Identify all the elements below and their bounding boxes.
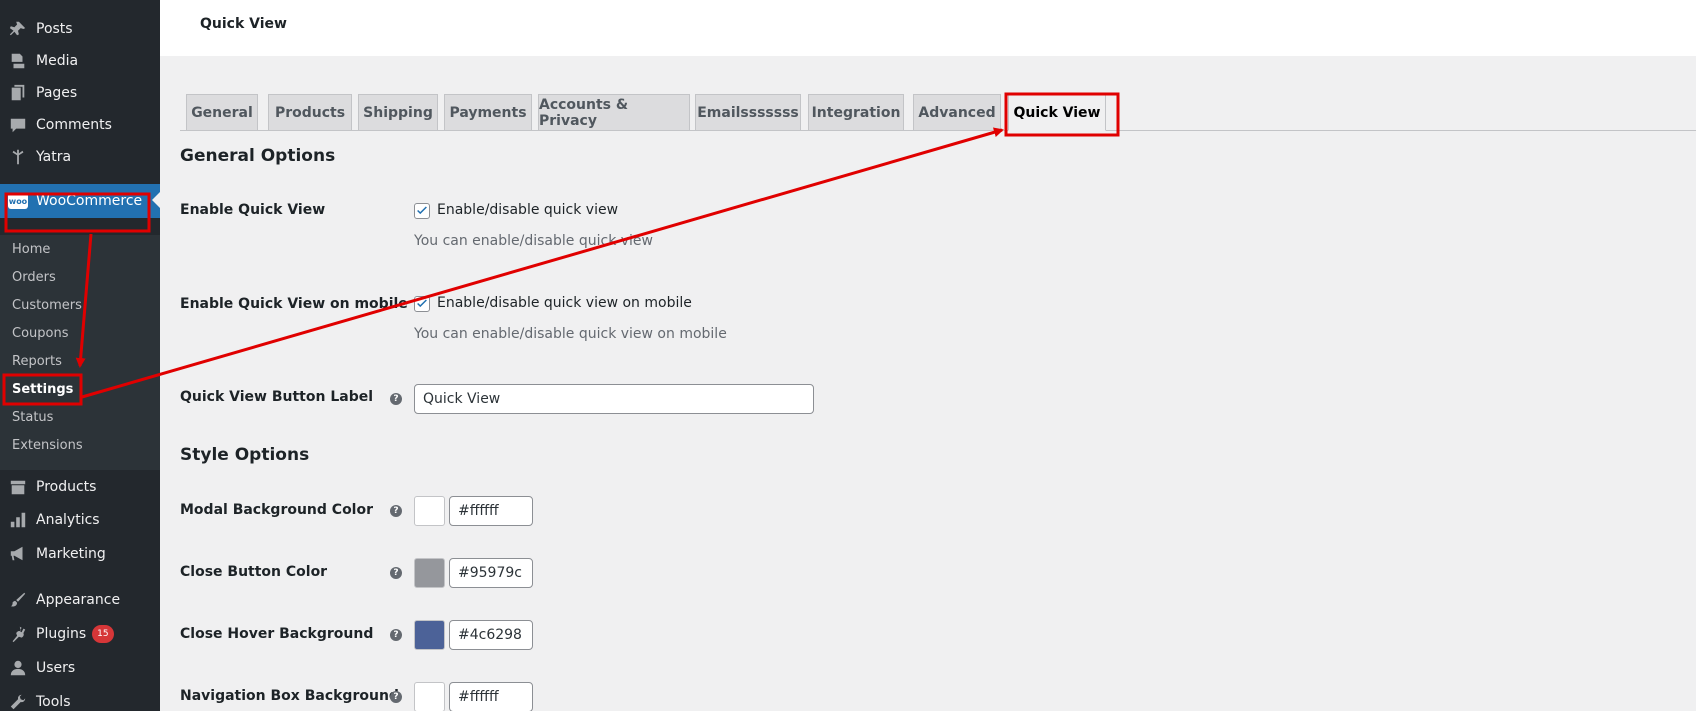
sidebar-item-label: Appearance — [36, 592, 121, 608]
sidebar-item-media[interactable]: Media — [0, 45, 160, 77]
close-button-color-swatch[interactable] — [414, 558, 445, 588]
sidebar-item-label: WooCommerce — [36, 193, 143, 209]
current-menu-arrow — [152, 192, 160, 208]
enable-mobile-checkbox-label[interactable]: Enable/disable quick view on mobile — [437, 295, 692, 311]
close-hover-bg-input[interactable]: #4c6298 — [449, 620, 533, 650]
sidebar-item-comments[interactable]: Comments — [0, 109, 160, 141]
close-button-color-input[interactable]: #95979c — [449, 558, 533, 588]
help-icon[interactable]: ? — [390, 505, 402, 517]
submenu-item-home[interactable]: Home — [12, 240, 50, 260]
enable-quick-view-description: You can enable/disable quick view — [414, 233, 653, 249]
submenu-item-reports[interactable]: Reports — [12, 352, 62, 372]
modal-bg-color-swatch[interactable] — [414, 496, 445, 526]
tab-products[interactable]: Products — [268, 94, 352, 130]
sidebar-item-label: Comments — [36, 117, 112, 133]
tab-accounts-privacy[interactable]: Accounts & Privacy — [538, 94, 690, 130]
submenu-item-settings[interactable]: Settings — [12, 380, 73, 400]
enable-mobile-label: Enable Quick View on mobile — [180, 296, 408, 312]
sidebar-item-woocommerce[interactable]: woo WooCommerce — [0, 184, 160, 218]
sidebar-item-label: Pages — [36, 85, 78, 101]
tab-quick-view[interactable]: Quick View — [1008, 94, 1106, 131]
pages-icon — [8, 83, 28, 103]
archive-icon — [8, 477, 28, 497]
comment-icon — [8, 115, 28, 135]
wrench-icon — [8, 692, 28, 711]
submenu-item-orders[interactable]: Orders — [12, 268, 56, 288]
tab-advanced[interactable]: Advanced — [913, 94, 1001, 130]
pushpin-icon — [8, 19, 28, 39]
tab-shipping[interactable]: Shipping — [358, 94, 438, 130]
enable-quick-view-checkbox[interactable] — [414, 203, 430, 219]
bar-chart-icon — [8, 510, 28, 530]
update-count-badge: 15 — [92, 625, 114, 643]
sidebar-item-tools[interactable]: Tools — [0, 686, 160, 711]
checkmark-icon — [417, 206, 427, 215]
sidebar-item-analytics[interactable]: Analytics — [0, 504, 160, 536]
woo-icon: woo — [8, 193, 28, 209]
submenu-item-extensions[interactable]: Extensions — [12, 436, 83, 456]
tab-payments[interactable]: Payments — [444, 94, 532, 130]
sidebar-item-label: Users — [36, 660, 76, 676]
general-options-heading: General Options — [180, 146, 336, 166]
enable-quick-view-label: Enable Quick View — [180, 202, 326, 218]
sidebar-item-products[interactable]: Products — [0, 471, 160, 503]
sidebar-item-pages[interactable]: Pages — [0, 77, 160, 109]
nav-box-bg-swatch[interactable] — [414, 682, 445, 711]
close-hover-bg-swatch[interactable] — [414, 620, 445, 650]
arrow-to-quick-view-tab — [81, 127, 1004, 399]
help-icon[interactable]: ? — [390, 567, 402, 579]
tab-general[interactable]: General — [186, 94, 258, 130]
sidebar-item-label: Posts — [36, 21, 73, 37]
modal-bg-color-input[interactable]: #ffffff — [449, 496, 533, 526]
enable-mobile-checkbox[interactable] — [414, 296, 430, 312]
megaphone-icon — [8, 544, 28, 564]
sidebar-item-users[interactable]: Users — [0, 652, 160, 684]
woocommerce-submenu: Home Orders Customers Coupons Reports Se… — [0, 235, 160, 470]
tab-emails[interactable]: Emailsssssss — [695, 94, 801, 130]
sidebar-item-label: Analytics — [36, 512, 100, 528]
submenu-item-customers[interactable]: Customers — [12, 296, 82, 316]
modal-bg-color-label: Modal Background Color — [180, 502, 374, 518]
user-icon — [8, 658, 28, 678]
enable-mobile-description: You can enable/disable quick view on mob… — [414, 326, 727, 342]
close-button-color-label: Close Button Color — [180, 564, 328, 580]
sidebar-item-marketing[interactable]: Marketing — [0, 538, 160, 570]
submenu-item-status[interactable]: Status — [12, 408, 53, 428]
button-label-label: Quick View Button Label — [180, 389, 374, 405]
page-header: Quick View — [160, 0, 1696, 56]
help-icon[interactable]: ? — [390, 691, 402, 703]
nav-box-bg-label: Navigation Box Background — [180, 688, 399, 704]
enable-quick-view-checkbox-label[interactable]: Enable/disable quick view — [437, 202, 618, 218]
help-icon[interactable]: ? — [390, 393, 402, 405]
page-title: Quick View — [200, 16, 287, 32]
sidebar-item-label: Tools — [36, 694, 71, 710]
sidebar-item-appearance[interactable]: Appearance — [0, 584, 160, 616]
style-options-heading: Style Options — [180, 445, 310, 465]
submenu-item-coupons[interactable]: Coupons — [12, 324, 69, 344]
button-label-input[interactable]: Quick View — [414, 384, 814, 414]
checkmark-icon — [417, 299, 427, 308]
nav-box-bg-input[interactable]: #ffffff — [449, 682, 533, 711]
sidebar-item-plugins[interactable]: Plugins 15 — [0, 618, 160, 650]
tab-integration[interactable]: Integration — [808, 94, 904, 130]
sidebar-item-label: Media — [36, 53, 79, 69]
sidebar-item-label: Plugins — [36, 626, 87, 642]
admin-sidebar: Posts Media Pages Comments Yatra woo Woo… — [0, 0, 160, 711]
sidebar-item-label: Yatra — [36, 149, 72, 165]
sidebar-item-label: Products — [36, 479, 97, 495]
sidebar-item-label: Marketing — [36, 546, 106, 562]
media-icon — [8, 51, 28, 71]
paintbrush-icon — [8, 590, 28, 610]
yatra-icon — [8, 147, 28, 167]
close-hover-bg-label: Close Hover Background — [180, 626, 374, 642]
sidebar-item-yatra[interactable]: Yatra — [0, 141, 160, 173]
sidebar-item-posts[interactable]: Posts — [0, 13, 160, 45]
plug-icon — [8, 624, 28, 644]
help-icon[interactable]: ? — [390, 629, 402, 641]
tab-divider — [180, 130, 1696, 131]
